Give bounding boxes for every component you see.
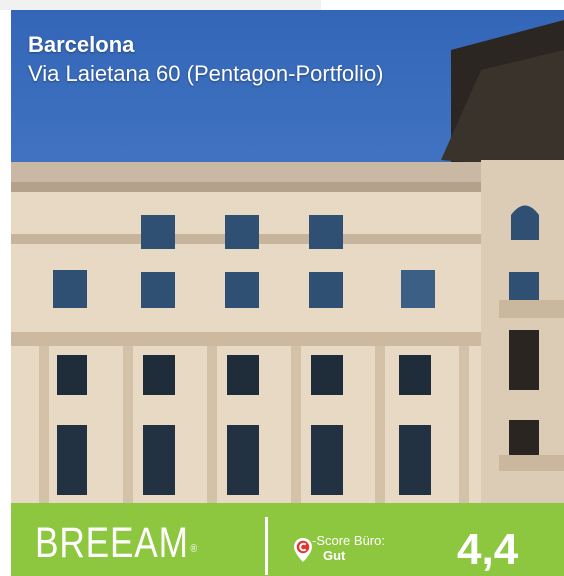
building-photo: Barcelona Via Laietana 60 (Pentagon-Port… bbox=[11, 10, 564, 503]
score-rating: Gut bbox=[323, 548, 346, 563]
property-card[interactable]: Barcelona Via Laietana 60 (Pentagon-Port… bbox=[11, 10, 564, 576]
certification-band: BREEAM ® -Score Büro: Gut 4,4 bbox=[11, 503, 564, 576]
listing-city: Barcelona bbox=[28, 32, 135, 57]
breeam-wordmark: BREEAM bbox=[35, 519, 189, 567]
map-pin-c-icon bbox=[294, 538, 312, 562]
breeam-logo: BREEAM ® bbox=[35, 515, 198, 571]
band-divider bbox=[265, 517, 268, 575]
registered-mark: ® bbox=[190, 543, 198, 555]
listing-address: Via Laietana 60 (Pentagon-Portfolio) bbox=[28, 61, 384, 86]
score-label: -Score Büro: bbox=[312, 533, 385, 548]
listing-caption: Barcelona Via Laietana 60 (Pentagon-Port… bbox=[28, 32, 384, 88]
score-value: 4,4 bbox=[457, 525, 519, 574]
top-strip bbox=[0, 0, 321, 10]
